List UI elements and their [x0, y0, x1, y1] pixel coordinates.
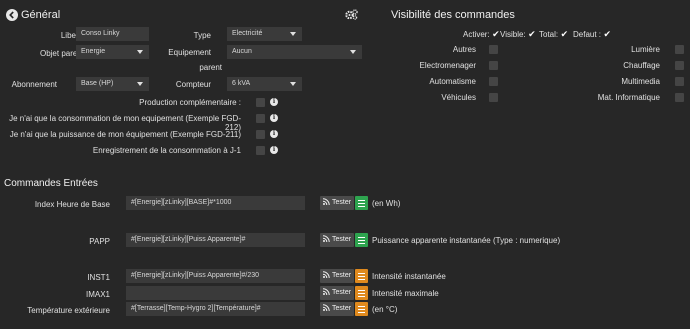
command-label: INST1 [87, 273, 110, 282]
vis-item-right: Mat. Informatique [597, 93, 660, 102]
equipement-parent-label: Equipement parent [150, 48, 222, 72]
objet-parent-select[interactable]: Energie [76, 45, 149, 59]
list-icon[interactable] [355, 269, 368, 283]
vis-checkbox[interactable] [489, 77, 498, 86]
command-label: Température extérieure [27, 306, 110, 315]
abonnement-select[interactable]: Base (HP) [76, 77, 149, 91]
command-value-input[interactable]: #[Energie][zLinky][Puiss Apparente]#/230 [126, 269, 305, 283]
option-label: Enregistrement de la consommation à J-1 [92, 146, 241, 155]
rss-icon [322, 304, 330, 312]
vis-item-left: Véhicules [441, 93, 476, 102]
test-button-label: Tester [332, 236, 352, 243]
vis-item-right: Multimedia [621, 77, 660, 86]
vis-checkbox[interactable] [489, 93, 498, 102]
command-description: (en Wh) [372, 199, 401, 208]
option-checkbox[interactable] [256, 146, 265, 155]
general-title: Général [21, 9, 61, 21]
vis-checkbox[interactable] [675, 61, 684, 70]
vis-item-left: Automatisme [429, 77, 476, 86]
test-button-label: Tester [332, 199, 352, 206]
compteur-select[interactable]: 6 kVA [227, 77, 302, 91]
vis-checkbox[interactable] [675, 77, 684, 86]
vis-item-right: Chauffage [623, 61, 660, 70]
command-description: (en °C) [372, 305, 398, 314]
type-label: Type [193, 31, 211, 40]
command-value-input[interactable]: #[Energie][zLinky][BASE]#*1000 [126, 196, 305, 210]
info-circle-icon: i [270, 114, 278, 122]
test-button[interactable]: Tester [320, 286, 354, 300]
test-button-label: Tester [332, 272, 352, 279]
command-label: IMAX1 [85, 290, 110, 299]
test-button[interactable]: Tester [320, 269, 354, 283]
rss-icon [322, 288, 330, 296]
objet-parent-label: Objet parent [39, 49, 84, 58]
check-icon: ✔ [489, 29, 500, 39]
header-total: Total: ✔ [539, 29, 569, 39]
visibilite-title: Visibilité des commandes [391, 9, 515, 21]
list-icon[interactable] [355, 286, 368, 300]
cogs-icon[interactable] [345, 9, 358, 20]
info-circle-icon: i [270, 98, 278, 106]
test-button[interactable]: Tester [320, 196, 354, 210]
header-activer: Activer: ✔ [463, 29, 500, 39]
list-icon[interactable] [355, 302, 368, 316]
type-select[interactable]: Electricité [227, 27, 302, 41]
rss-icon [322, 271, 330, 279]
command-label: PAPP [89, 237, 110, 246]
test-button[interactable]: Tester [320, 233, 354, 247]
info-circle-icon: i [270, 146, 278, 154]
option-checkbox[interactable] [256, 98, 265, 107]
info-circle-icon: i [270, 130, 278, 138]
vis-checkbox[interactable] [489, 61, 498, 70]
equipement-parent-label-line1: Equipement [168, 48, 211, 57]
list-icon[interactable] [355, 196, 368, 210]
libelle-input[interactable]: Conso Linky [76, 27, 149, 41]
command-value-input[interactable] [126, 286, 305, 300]
equipement-parent-label-line2: parent [199, 63, 222, 72]
check-icon: ✔ [525, 29, 536, 39]
option-checkbox[interactable] [256, 114, 265, 123]
check-icon: ✔ [601, 29, 612, 39]
test-button-label: Tester [332, 305, 352, 312]
vis-checkbox[interactable] [489, 45, 498, 54]
option-checkbox[interactable] [256, 130, 265, 139]
command-label: Index Heure de Base [34, 200, 110, 209]
vis-item-left: Electromenager [419, 61, 476, 70]
vis-checkbox[interactable] [675, 45, 684, 54]
test-button-label: Tester [332, 289, 352, 296]
commandes-title: Commandes Entrées [4, 178, 98, 189]
option-label: Je n'ai que la puissance de mon équipeme… [9, 130, 241, 139]
command-description: Intensité instantanée [372, 272, 446, 281]
abonnement-label: Abonnement [11, 80, 57, 89]
vis-item-left: Autres [452, 45, 476, 54]
command-description: Puissance apparente instantanée (Type : … [372, 236, 561, 245]
list-icon[interactable] [355, 233, 368, 247]
test-button[interactable]: Tester [320, 302, 354, 316]
command-description: Intensité maximale [372, 289, 439, 298]
header-visible: Visible: ✔ [500, 29, 536, 39]
vis-item-right: Lumière [631, 45, 660, 54]
header-defaut: Defaut : ✔ [573, 29, 612, 39]
option-label: Production complémentaire : [139, 98, 241, 107]
equipement-parent-select[interactable]: Aucun [227, 45, 362, 59]
vis-checkbox[interactable] [675, 93, 684, 102]
rss-icon [322, 198, 330, 206]
command-value-input[interactable]: #[Energie][zLinky][Puiss Apparente]# [126, 233, 305, 247]
check-icon: ✔ [558, 29, 569, 39]
back-circle-icon[interactable] [6, 9, 18, 21]
rss-icon [322, 235, 330, 243]
compteur-label: Compteur [175, 80, 211, 89]
command-value-input[interactable]: #[Terrasse][Temp-Hygro 2][Température]# [126, 302, 305, 316]
libelle-label: Libelle [60, 31, 84, 40]
